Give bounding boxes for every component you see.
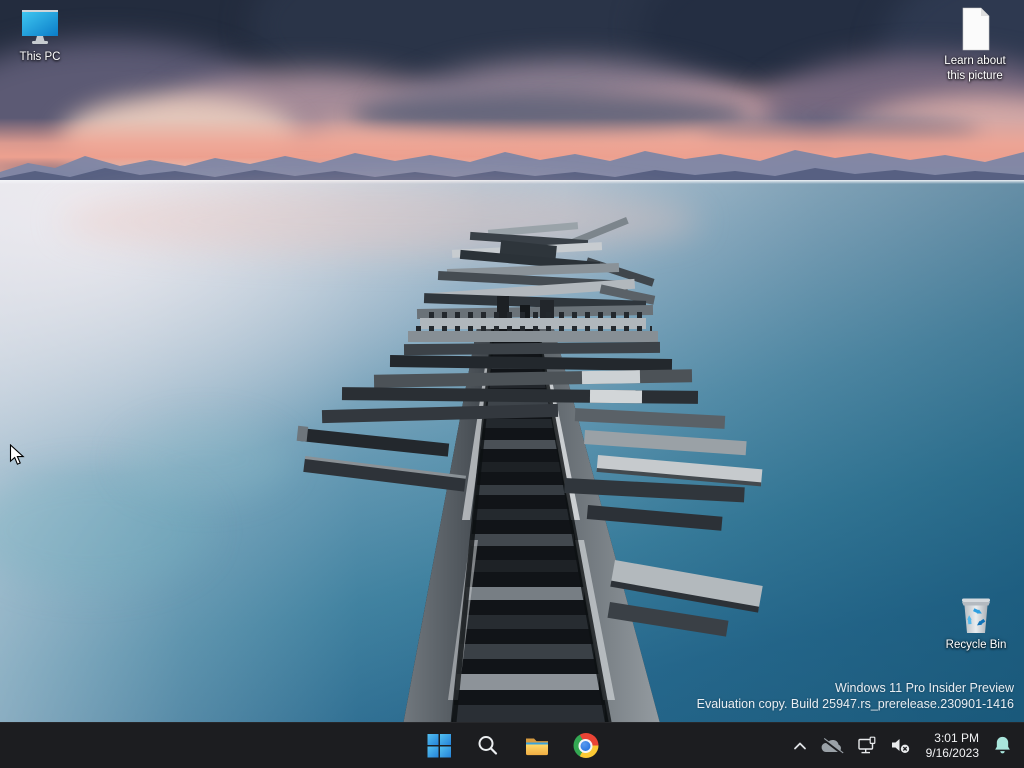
windows-start-icon bbox=[427, 734, 451, 758]
search-icon bbox=[478, 736, 497, 755]
onedrive-cloud-slash-icon bbox=[821, 737, 844, 755]
start-button[interactable] bbox=[419, 726, 459, 766]
taskbar: 3:01 PM 9/16/2023 bbox=[0, 722, 1024, 768]
pier-comb-beams bbox=[408, 312, 658, 342]
broken-pier bbox=[296, 216, 763, 768]
show-hidden-icons-button[interactable] bbox=[787, 726, 813, 766]
chevron-up-icon bbox=[793, 742, 806, 749]
desktop-icon-recycle-bin[interactable]: Recycle Bin bbox=[937, 592, 1015, 653]
clock-date: 9/16/2023 bbox=[925, 745, 979, 760]
pier-plank-jumble bbox=[416, 216, 656, 320]
onedrive-tray-button[interactable] bbox=[814, 726, 850, 766]
system-tray: 3:01 PM 9/16/2023 bbox=[787, 723, 1018, 768]
document-icon bbox=[962, 7, 990, 51]
clock[interactable]: 3:01 PM 9/16/2023 bbox=[919, 726, 986, 766]
chrome-icon bbox=[573, 733, 598, 758]
clock-time: 3:01 PM bbox=[934, 730, 979, 745]
volume-muted-icon bbox=[891, 739, 909, 753]
chrome-button[interactable] bbox=[566, 726, 606, 766]
volume-tray-button[interactable] bbox=[885, 726, 918, 766]
watermark-line1: Windows 11 Pro Insider Preview bbox=[834, 681, 1014, 695]
recycle-bin-icon bbox=[962, 598, 990, 633]
file-explorer-icon bbox=[525, 738, 548, 756]
network-ethernet-icon bbox=[857, 736, 876, 753]
search-button[interactable] bbox=[468, 726, 508, 766]
desktop-icon-this-pc[interactable]: This PC bbox=[1, 8, 79, 65]
this-pc-icon bbox=[22, 10, 58, 44]
desktop: This PC Learn about this picture Recycle… bbox=[0, 0, 1024, 768]
desktop-icon-label: Learn about this picture bbox=[944, 55, 1006, 82]
taskbar-center-buttons bbox=[419, 723, 606, 768]
notification-bell-icon bbox=[995, 736, 1010, 754]
notifications-button[interactable] bbox=[987, 726, 1018, 766]
desktop-icon-learn-about-picture[interactable]: Learn about this picture bbox=[936, 6, 1014, 84]
file-explorer-button[interactable] bbox=[517, 726, 557, 766]
network-tray-button[interactable] bbox=[851, 726, 884, 766]
watermark-line2: Evaluation copy. Build 25947.rs_prerelea… bbox=[696, 697, 1014, 711]
desktop-icon-label: This PC bbox=[19, 51, 61, 63]
evaluation-watermark: Windows 11 Pro Insider Preview Evaluatio… bbox=[697, 680, 1014, 712]
desktop-icon-label: Recycle Bin bbox=[945, 639, 1007, 651]
